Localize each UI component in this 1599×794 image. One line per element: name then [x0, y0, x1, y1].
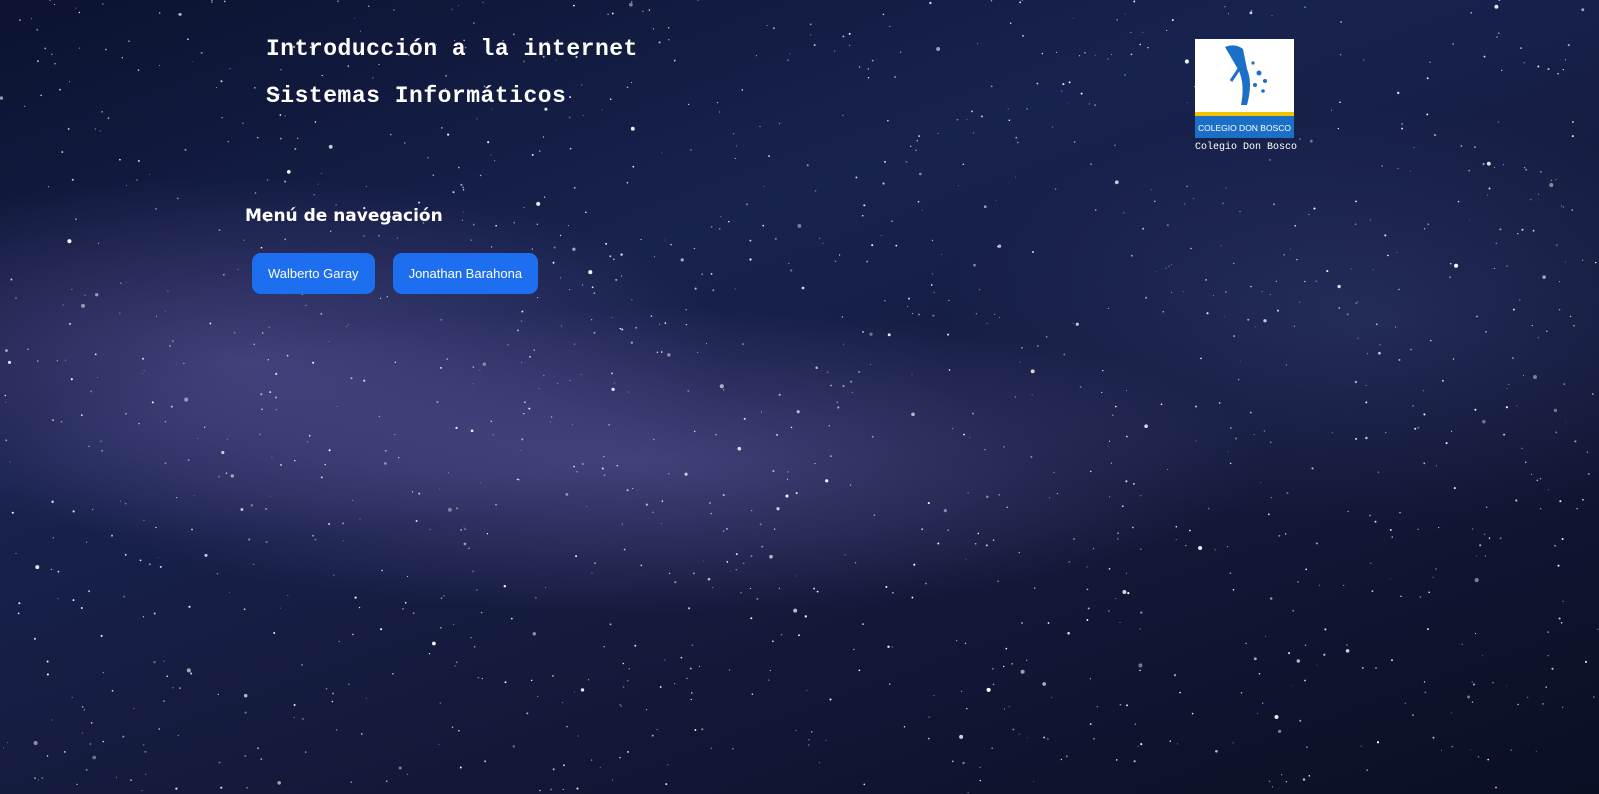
page-header: Introducción a la internet Sistemas Info…: [266, 38, 638, 132]
starry-sky-background: [0, 0, 1599, 793]
figure-with-stars-icon: [1225, 45, 1267, 105]
school-logo: COLEGIO DON BOSCO Colegio Don Bosco: [1195, 39, 1298, 153]
school-logo-icon: COLEGIO DON BOSCO: [1195, 39, 1294, 138]
page-subtitle: Sistemas Informáticos: [266, 83, 567, 109]
nav-title: Menú de navegación: [245, 206, 443, 226]
page-title: Introducción a la internet: [266, 36, 638, 62]
nav-button-walberto-garay[interactable]: Walberto Garay: [252, 253, 375, 294]
logo-band-text: COLEGIO DON BOSCO: [1197, 123, 1292, 133]
nav-button-jonathan-barahona[interactable]: Jonathan Barahona: [392, 253, 539, 294]
logo-caption: Colegio Don Bosco: [1195, 142, 1298, 153]
nav-menu: Walberto Garay Jonathan Barahona: [252, 253, 539, 294]
